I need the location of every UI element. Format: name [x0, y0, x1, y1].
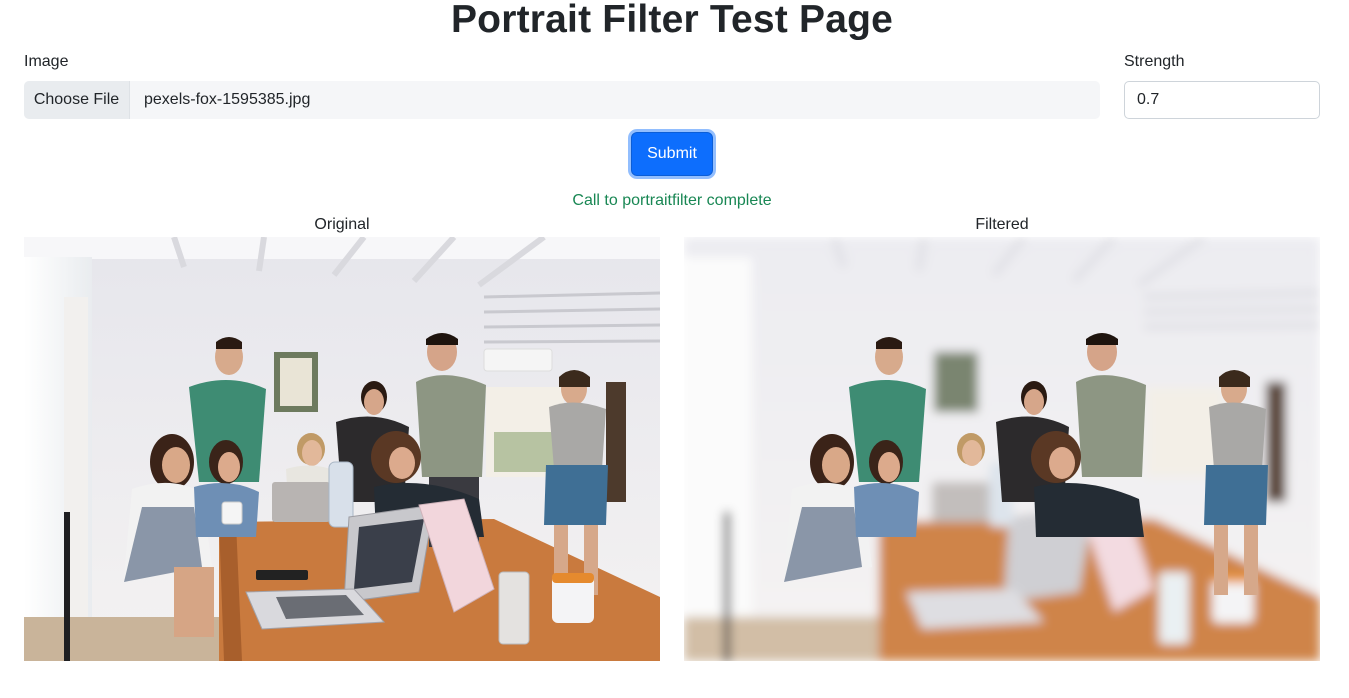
filtered-caption: Filtered: [975, 216, 1029, 233]
strength-input[interactable]: [1124, 81, 1320, 119]
status-message: Call to portraitfilter complete: [572, 192, 772, 209]
strength-label: Strength: [1124, 53, 1185, 70]
original-caption: Original: [314, 216, 370, 233]
image-label: Image: [24, 53, 69, 70]
submit-button[interactable]: Submit: [631, 132, 713, 176]
filtered-image: [684, 237, 1320, 661]
choose-file-button[interactable]: Choose File: [24, 81, 130, 119]
file-name: pexels-fox-1595385.jpg: [144, 91, 311, 108]
page-title: Portrait Filter Test Page: [450, 0, 894, 41]
original-image: [24, 237, 660, 661]
file-input[interactable]: Choose File pexels-fox-1595385.jpg: [24, 81, 1100, 119]
